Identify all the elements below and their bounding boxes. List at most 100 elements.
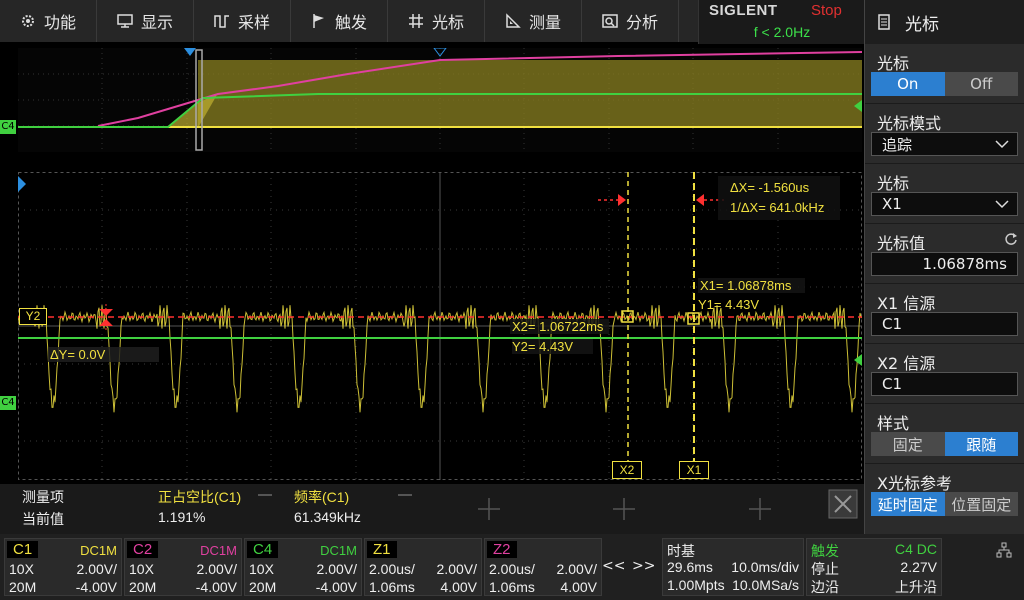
menu-analyze[interactable]: 分析 xyxy=(582,0,679,42)
ch4-probe: 10X xyxy=(249,561,274,577)
x2-source-label: X2 信源 xyxy=(877,354,936,373)
trigger-level: 2.27V xyxy=(900,559,937,575)
xref-label: X光标参考 xyxy=(877,474,952,493)
menu-utility-label: 功能 xyxy=(43,13,76,32)
gear-icon xyxy=(21,15,34,27)
x2-cursor-tag[interactable]: X2 xyxy=(612,461,642,479)
cursor-select-value: X1 xyxy=(882,195,902,213)
menu-cursor-label: 光标 xyxy=(431,13,464,32)
menu-trigger[interactable]: 触发 xyxy=(291,0,388,42)
cursor-mode-section: 光标模式 追踪 xyxy=(865,104,1024,164)
ch1-label: C1 xyxy=(7,541,39,558)
analyze-icon xyxy=(602,14,618,28)
xref-realtime-button[interactable]: 延时固定 xyxy=(871,492,945,516)
measure2-name[interactable]: 频率(C1) xyxy=(294,487,349,507)
z1-delay: 1.06ms xyxy=(369,579,415,595)
menu-trigger-label: 触发 xyxy=(334,13,367,32)
overview-c4-tag: C4 xyxy=(0,120,16,134)
cursor-value-field[interactable]: 1.06878ms xyxy=(871,252,1018,276)
cursor-select-label: 光标 xyxy=(877,174,910,193)
ch1-info-box[interactable]: C1 DC1M 10X 2.00V/ 20M -4.00V xyxy=(4,538,122,596)
y2-cursor-tag[interactable]: Y2 xyxy=(19,308,47,325)
siglent-logo: SIGLENT xyxy=(709,2,778,19)
trigger-info-box[interactable]: 触发 C4 DC 2.27V 停止 边沿 上升沿 xyxy=(806,538,942,596)
timebase-info-box[interactable]: 时基 29.6ms 10.0ms/div 1.00Mpts 10.0MSa/s xyxy=(662,538,804,596)
menu-analyze-label: 分析 xyxy=(625,13,658,32)
trigger-position-marker xyxy=(184,48,196,56)
ch4-coupling: DC1M xyxy=(320,543,357,558)
network-icon[interactable] xyxy=(996,542,1012,558)
ch4-bandwidth: 20M xyxy=(249,579,277,595)
add-measure-slot-3[interactable] xyxy=(747,496,773,522)
ch2-info-box[interactable]: C2 DC1M 10X 2.00V/ 20M -4.00V xyxy=(124,538,242,596)
inv-delta-x-readout: 1/ΔX= 641.0kHz xyxy=(730,200,825,215)
chevron-down-icon xyxy=(995,140,1009,149)
z1-info-box[interactable]: Z1 2.00us/ 2.00V/ 1.06ms 4.00V xyxy=(364,538,482,596)
timebase-title: 时基 xyxy=(667,543,695,559)
trigger-slope: 上升沿 xyxy=(895,579,937,595)
menu-cursor[interactable]: 光标 xyxy=(388,0,485,42)
style-follow-button[interactable]: 跟随 xyxy=(944,432,1018,456)
run-stop-status[interactable]: Stop xyxy=(811,2,842,19)
style-label: 样式 xyxy=(877,414,910,433)
delta-x-arrow-right-head xyxy=(696,194,704,206)
cursor-value-label: 光标值 xyxy=(877,234,926,253)
document-icon xyxy=(878,14,890,30)
menu-measure[interactable]: 测量 xyxy=(485,0,582,42)
ch1-offset: -4.00V xyxy=(75,579,117,595)
style-fixed-button[interactable]: 固定 xyxy=(871,432,945,456)
cursor-onoff-toggle: On Off xyxy=(871,72,1018,96)
cursor-on-button[interactable]: On xyxy=(871,72,945,96)
menu-acquire[interactable]: 采样 xyxy=(194,0,291,42)
x2-source-field[interactable]: C1 xyxy=(871,372,1018,396)
ch4-label: C4 xyxy=(247,541,279,558)
scroll-left-button[interactable]: << xyxy=(602,558,625,574)
z2-label: Z2 xyxy=(487,541,517,558)
ch1-probe: 10X xyxy=(9,561,34,577)
ch2-offset: -4.00V xyxy=(195,579,237,595)
measure1-name[interactable]: 正占空比(C1) xyxy=(158,487,241,507)
scroll-right-button[interactable]: >> xyxy=(632,558,655,574)
z2-scale: 2.00V/ xyxy=(556,561,597,577)
cursor-select[interactable]: X1 xyxy=(871,192,1018,216)
x1-source-field[interactable]: C1 xyxy=(871,312,1018,336)
measure1-value: 1.191% xyxy=(158,509,206,525)
cursor-select-section: 光标 X1 xyxy=(865,164,1024,224)
cursor-mode-select[interactable]: 追踪 xyxy=(871,132,1018,156)
y2-readout: Y2= 4.43V xyxy=(512,339,594,354)
measure1-remove[interactable] xyxy=(258,494,272,496)
z2-offset: 4.00V xyxy=(560,579,597,595)
trigger-type: 边沿 xyxy=(811,579,839,595)
measure2-remove[interactable] xyxy=(398,494,412,496)
trigger-source: C4 DC xyxy=(894,541,937,557)
cursor-onoff-label: 光标 xyxy=(877,54,910,73)
brand-status-area: SIGLENT Stop f < 2.0Hz xyxy=(698,0,864,44)
overview-waveform[interactable] xyxy=(18,48,862,152)
cursor-mode-value: 追踪 xyxy=(882,135,913,154)
ch4-offset: -4.00V xyxy=(315,579,357,595)
x1-cursor-tag[interactable]: X1 xyxy=(679,461,709,479)
z2-timescale: 2.00us/ xyxy=(489,561,535,577)
add-measure-slot-2[interactable] xyxy=(611,496,637,522)
ch1-scale: 2.00V/ xyxy=(76,561,117,577)
c4-channel-tag: C4 xyxy=(0,396,16,410)
xref-position-button[interactable]: 位置固定 xyxy=(944,492,1018,516)
close-icon[interactable] xyxy=(828,489,858,519)
flag-icon xyxy=(313,14,324,28)
x1-readout: X1= 1.06878ms xyxy=(698,278,806,293)
ch2-probe: 10X xyxy=(129,561,154,577)
menu-utility[interactable]: 功能 xyxy=(0,0,97,42)
menu-display[interactable]: 显示 xyxy=(97,0,194,42)
main-waveform-area[interactable] xyxy=(18,172,862,480)
z1-scale: 2.00V/ xyxy=(436,561,477,577)
add-measure-slot-1[interactable] xyxy=(476,496,502,522)
cursor-value-section: 光标值 1.06878ms xyxy=(865,224,1024,284)
cursor-off-button[interactable]: Off xyxy=(944,72,1018,96)
ch4-info-box[interactable]: C4 DC1M 10X 2.00V/ 20M -4.00V xyxy=(244,538,362,596)
adjust-knob-icon xyxy=(1005,233,1017,245)
panel-header: 光标 xyxy=(865,0,1024,44)
delta-x-arrow-left-head xyxy=(618,194,626,206)
measure-row-header: 当前值 xyxy=(22,511,64,527)
xref-toggle: 延时固定 位置固定 xyxy=(871,492,1018,516)
z2-info-box[interactable]: Z2 2.00us/ 2.00V/ 1.06ms 4.00V xyxy=(484,538,602,596)
